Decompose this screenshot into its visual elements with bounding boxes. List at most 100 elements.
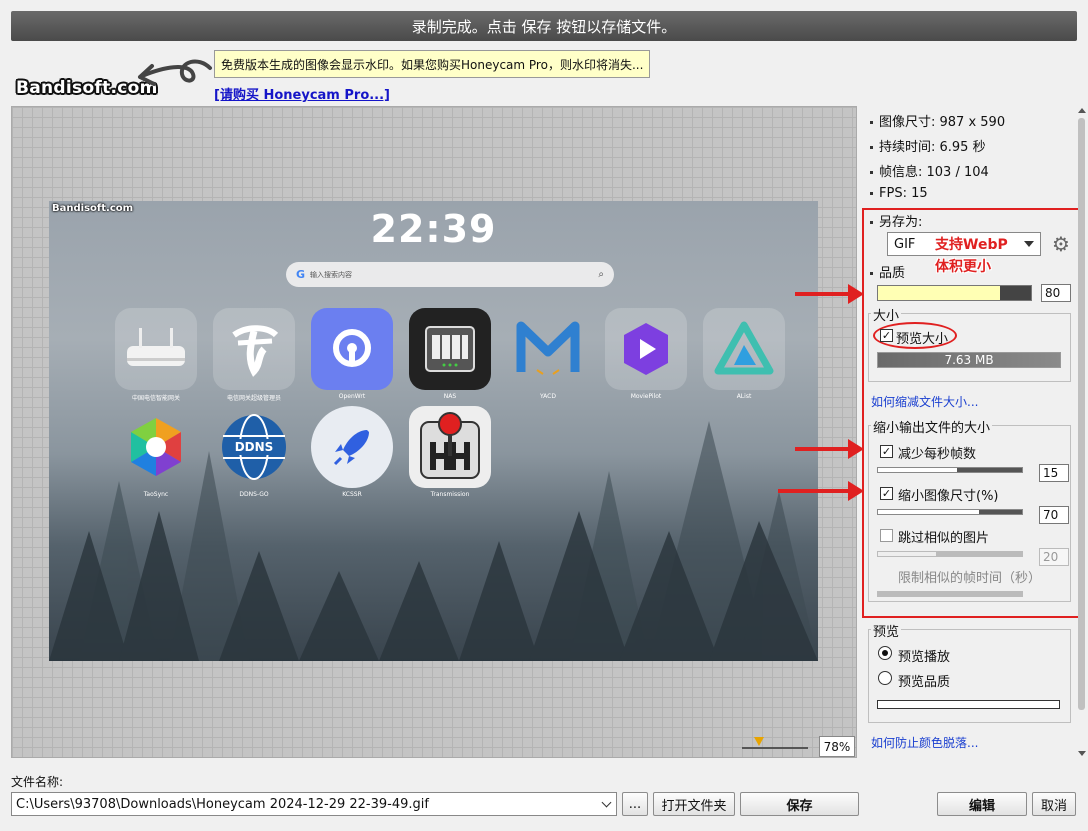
annotation-line2: 体积更小 <box>935 259 991 275</box>
app-tile-moviepilot <box>605 308 687 390</box>
app-tile-taosync <box>115 406 197 488</box>
reduce-size-link[interactable]: 如何缩减文件大小... <box>871 393 978 410</box>
duration-text: 持续时间: 6.95 秒 <box>879 140 986 155</box>
nas-icon <box>425 326 475 372</box>
limit-time-slider[interactable] <box>877 591 1023 597</box>
app-label: KCSSR <box>342 491 362 498</box>
app-tile-ddns: DDNS <box>213 406 295 488</box>
bullet-icon <box>870 272 873 275</box>
reduce-fps-label: 减少每秒帧数 <box>898 447 977 462</box>
edit-button[interactable]: 编辑 <box>937 792 1027 816</box>
buy-pro-link[interactable]: [请购买 Honeycam Pro...] <box>214 84 390 103</box>
slider-thumb[interactable] <box>754 737 764 746</box>
quality-input[interactable]: 80 <box>1041 284 1071 302</box>
preview-size-checkbox[interactable]: ✓ <box>880 329 893 342</box>
app-label: MoviePilot <box>630 393 662 400</box>
rocket-icon <box>333 430 369 466</box>
app-label: 电信网关超级管理员 <box>226 395 281 402</box>
app-label: 中国电信智能网关 <box>131 395 180 402</box>
dropdown-caret-icon <box>1024 241 1034 247</box>
image-size-info: 图像尺寸: 987 x 590 <box>870 111 1005 130</box>
preview-progress-bar <box>877 700 1060 709</box>
cancel-button[interactable]: 取消 <box>1032 792 1076 816</box>
openwrt-icon <box>333 329 371 367</box>
preview-group-title: 预览 <box>871 621 902 640</box>
check-icon: ✓ <box>881 487 892 500</box>
file-size-bar: 7.63 MB <box>877 352 1061 368</box>
open-folder-button[interactable]: 打开文件夹 <box>653 792 735 816</box>
app-label: AList <box>736 393 752 400</box>
quality-label: 品质 <box>870 262 905 281</box>
gif-preview-frame: Bandisoft.com 22:39 G 输入搜索内容 ⌕ 中国电信智能网关 … <box>49 201 818 661</box>
gear-icon[interactable]: ⚙ <box>1052 234 1072 254</box>
fps-input[interactable]: 15 <box>1039 464 1069 482</box>
zoom-level[interactable]: 78% <box>819 736 855 757</box>
skip-similar-label: 跳过相似的图片 <box>898 531 990 546</box>
fps-slider-fill <box>878 468 958 472</box>
color-banding-link[interactable]: 如何防止颜色脱落... <box>871 734 978 751</box>
save-as-text: 另存为: <box>879 215 923 230</box>
title-text: 录制完成。点击 保存 按钮以存储文件。 <box>411 17 677 36</box>
quality-fill <box>878 286 1001 300</box>
scroll-down-icon[interactable] <box>1078 751 1086 756</box>
save-button[interactable]: 保存 <box>740 792 859 816</box>
curved-arrow-icon <box>138 59 212 86</box>
vertical-scrollbar[interactable] <box>1077 106 1086 758</box>
app-tile-nas <box>409 308 491 390</box>
radio-dot-icon <box>882 650 888 656</box>
app-tile-router <box>115 308 197 390</box>
preview-quality-radio[interactable] <box>878 671 892 685</box>
red-arrow-icon <box>795 284 864 304</box>
file-path-combobox[interactable]: C:\Users\93708\Downloads\Honeycam 2024-1… <box>11 792 617 816</box>
scale-label: 缩小图像尺寸(%) <box>898 489 999 504</box>
china-telecom-icon <box>232 325 279 377</box>
quality-slider[interactable] <box>877 285 1032 301</box>
preview-quality-label: 预览品质 <box>898 675 951 690</box>
frames-info: 帧信息: 103 / 104 <box>870 161 989 180</box>
bullet-icon <box>870 146 873 149</box>
preview-size-label: 预览大小 <box>896 332 949 347</box>
scale-checkbox[interactable]: ✓ <box>880 487 893 500</box>
skip-slider-fill <box>878 552 936 556</box>
duration-info: 持续时间: 6.95 秒 <box>870 136 986 155</box>
app-label: DDNS-GO <box>239 491 269 498</box>
preview-search-bar: G 输入搜索内容 ⌕ <box>286 262 614 287</box>
frames-text: 帧信息: 103 / 104 <box>879 165 989 180</box>
format-value: GIF <box>894 236 916 252</box>
search-icon: ⌕ <box>598 269 604 280</box>
scroll-up-icon[interactable] <box>1078 108 1086 113</box>
annotation-line1: 支持WebP <box>935 237 1008 253</box>
transmission-icon <box>420 412 480 479</box>
app-tile-openwrt <box>311 308 393 390</box>
yacd-icon <box>516 321 580 375</box>
scrollbar-thumb[interactable] <box>1078 118 1085 710</box>
chevron-down-icon[interactable] <box>601 797 612 807</box>
check-icon: ✓ <box>881 445 892 458</box>
preview-clock: 22:39 <box>370 207 497 251</box>
bullet-icon <box>870 171 873 174</box>
file-path-value: C:\Users\93708\Downloads\Honeycam 2024-1… <box>16 796 429 812</box>
app-tile-alist <box>703 308 785 390</box>
image-size-text: 图像尺寸: 987 x 590 <box>879 115 1006 130</box>
preview-play-radio[interactable] <box>878 646 892 660</box>
skip-similar-checkbox[interactable] <box>880 529 893 542</box>
scale-slider[interactable] <box>877 509 1023 515</box>
scale-input[interactable]: 70 <box>1039 506 1069 524</box>
reduce-fps-checkbox[interactable]: ✓ <box>880 445 893 458</box>
bullet-icon <box>870 192 873 195</box>
red-arrow-icon <box>795 439 864 459</box>
ddns-text: DDNS <box>234 440 274 454</box>
bullet-icon <box>870 121 873 124</box>
watermark-notice: 免费版本生成的图像会显示水印。如果您购买Honeycam Pro，则水印将消失.… <box>214 50 651 78</box>
skip-similar-slider[interactable] <box>877 551 1023 557</box>
red-arrow-icon <box>778 481 864 501</box>
skip-similar-input[interactable]: 20 <box>1039 548 1069 566</box>
limit-time-label: 限制相似的帧时间（秒） <box>898 571 1042 586</box>
preview-play-label: 预览播放 <box>898 650 951 665</box>
fps-info: FPS: 15 <box>870 186 928 201</box>
reduce-group-title: 缩小输出文件的大小 <box>871 417 993 436</box>
app-label: NAS <box>443 393 457 400</box>
browse-button[interactable]: ... <box>622 792 648 816</box>
fps-slider[interactable] <box>877 467 1023 473</box>
bullet-icon <box>870 221 873 224</box>
